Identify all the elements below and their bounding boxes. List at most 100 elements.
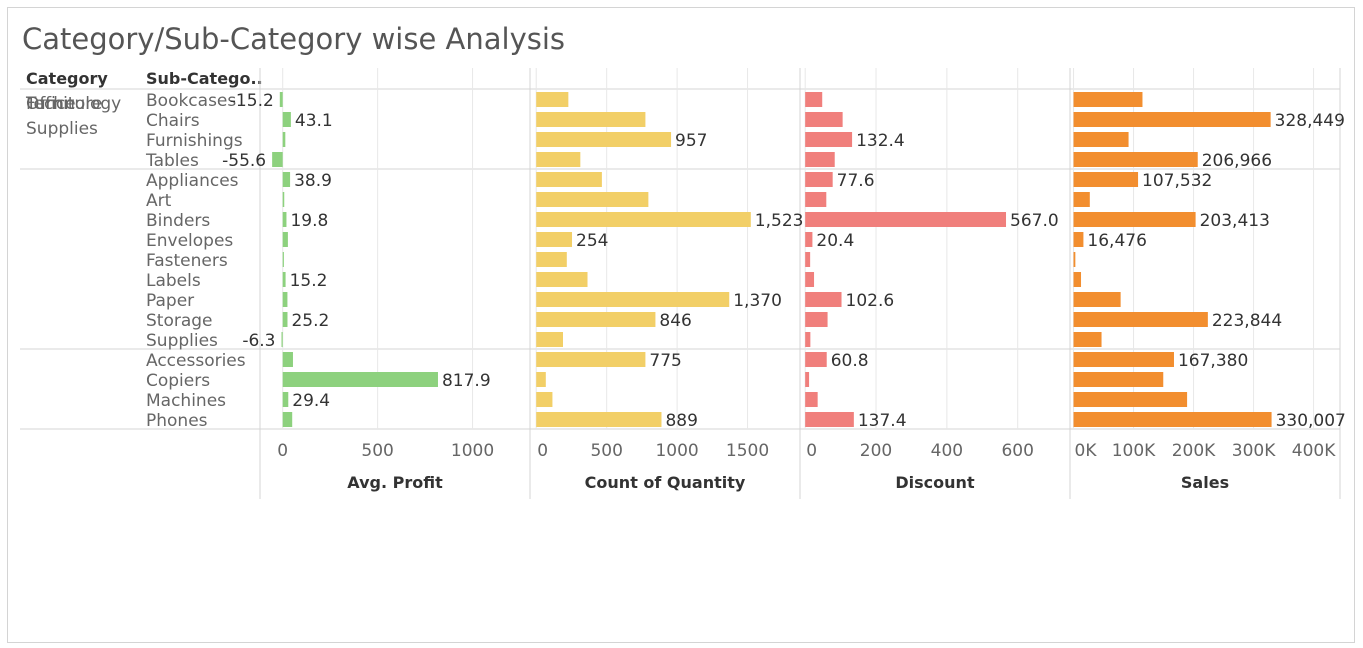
subcategory-label: Accessories xyxy=(146,351,246,371)
sales-bar xyxy=(1073,372,1164,387)
subcategory-label: Paper xyxy=(146,291,194,311)
bar-chart: Category Sub-Catego..FurnitureOfficeSuppl… xyxy=(20,68,1346,499)
profit-axis-title: Avg. Profit xyxy=(347,473,443,492)
profit-data-label: -6.3 xyxy=(242,331,275,351)
profit-bar xyxy=(282,232,288,247)
sales-bar xyxy=(1073,232,1084,247)
profit-bar xyxy=(282,312,288,327)
header-subcategory: Sub-Catego.. xyxy=(146,69,263,88)
discount-bar xyxy=(805,372,810,387)
quantity-data-label: 846 xyxy=(659,311,691,331)
quantity-bar xyxy=(536,312,656,327)
sales-bar xyxy=(1073,132,1129,147)
discount-bar xyxy=(805,392,818,407)
subcategory-label: Tables xyxy=(145,151,199,171)
sales-bar xyxy=(1073,312,1208,327)
subcategory-label: Fasteners xyxy=(146,251,228,271)
profit-data-label: 25.2 xyxy=(291,311,329,331)
discount-bar xyxy=(805,292,842,307)
discount-bar xyxy=(805,252,811,267)
profit-data-label: 817.9 xyxy=(442,371,491,391)
header-category: Category xyxy=(26,69,108,88)
profit-bar xyxy=(282,412,293,427)
subcategory-label: Supplies xyxy=(146,331,218,351)
quantity-data-label: 775 xyxy=(649,351,681,371)
profit-bar xyxy=(282,352,293,367)
profit-data-label: 38.9 xyxy=(294,171,332,191)
subcategory-label: Phones xyxy=(146,411,208,431)
quantity-tick-label: 1500 xyxy=(726,441,769,461)
profit-data-label: -55.6 xyxy=(222,151,266,171)
quantity-bar xyxy=(536,352,646,367)
subcategory-label: Labels xyxy=(146,271,201,291)
subcategory-label: Copiers xyxy=(146,371,210,391)
discount-axis-title: Discount xyxy=(895,473,975,492)
quantity-axis-title: Count of Quantity xyxy=(585,473,746,492)
sales-tick-label: 200K xyxy=(1172,441,1216,461)
sales-tick-label: 300K xyxy=(1232,441,1276,461)
sales-tick-label: 0K xyxy=(1075,441,1098,461)
quantity-data-label: 1,523 xyxy=(755,211,804,231)
profit-bar xyxy=(272,152,283,167)
discount-tick-label: 400 xyxy=(931,441,963,461)
profit-data-label: -15.2 xyxy=(230,91,274,111)
profit-tick-label: 0 xyxy=(277,441,288,461)
subcategory-label: Envelopes xyxy=(146,231,233,251)
discount-tick-label: 200 xyxy=(860,441,892,461)
profit-bar xyxy=(282,372,438,387)
sales-bar xyxy=(1073,192,1090,207)
quantity-tick-label: 500 xyxy=(590,441,622,461)
subcategory-label: Binders xyxy=(146,211,210,231)
profit-bar xyxy=(282,252,284,267)
discount-bar xyxy=(805,172,833,187)
discount-bar xyxy=(805,412,854,427)
sales-data-label: 328,449 xyxy=(1275,111,1345,131)
quantity-bar xyxy=(536,232,573,247)
quantity-data-label: 254 xyxy=(576,231,608,251)
quantity-tick-label: 1000 xyxy=(655,441,698,461)
profit-bar xyxy=(282,132,286,147)
category-label: Technology xyxy=(25,94,121,114)
discount-tick-label: 0 xyxy=(806,441,817,461)
sales-tick-label: 100K xyxy=(1112,441,1156,461)
discount-bar xyxy=(805,272,815,287)
discount-bar xyxy=(805,312,828,327)
sales-bar xyxy=(1073,92,1143,107)
discount-bar xyxy=(805,192,827,207)
sales-data-label: 16,476 xyxy=(1087,231,1146,251)
profit-bar xyxy=(281,332,283,347)
profit-bar xyxy=(282,212,287,227)
quantity-bar xyxy=(536,332,563,347)
sales-bar xyxy=(1073,252,1076,267)
sales-bar xyxy=(1073,292,1121,307)
quantity-data-label: 957 xyxy=(675,131,707,151)
profit-data-label: 19.8 xyxy=(290,211,328,231)
quantity-bar xyxy=(536,172,602,187)
profit-tick-label: 1000 xyxy=(451,441,494,461)
discount-data-label: 77.6 xyxy=(837,171,875,191)
discount-data-label: 567.0 xyxy=(1010,211,1059,231)
subcategory-label: Chairs xyxy=(146,111,200,131)
discount-data-label: 137.4 xyxy=(858,411,907,431)
sales-bar xyxy=(1073,112,1271,127)
profit-data-label: 43.1 xyxy=(295,111,333,131)
discount-bar xyxy=(805,132,853,147)
subcategory-label: Appliances xyxy=(146,171,239,191)
discount-bar xyxy=(805,332,811,347)
discount-bar xyxy=(805,92,823,107)
profit-bar xyxy=(282,172,291,187)
quantity-bar xyxy=(536,272,588,287)
profit-bar xyxy=(282,112,291,127)
sales-bar xyxy=(1073,212,1196,227)
quantity-bar xyxy=(536,92,569,107)
quantity-bar xyxy=(536,392,553,407)
profit-bar xyxy=(282,392,289,407)
discount-bar xyxy=(805,212,1007,227)
discount-data-label: 102.6 xyxy=(846,291,895,311)
sales-data-label: 203,413 xyxy=(1200,211,1270,231)
sales-bar xyxy=(1073,412,1272,427)
profit-data-label: 29.4 xyxy=(292,391,330,411)
subcategory-label: Machines xyxy=(146,391,226,411)
category-label: Supplies xyxy=(26,119,98,139)
profit-bar xyxy=(282,272,286,287)
